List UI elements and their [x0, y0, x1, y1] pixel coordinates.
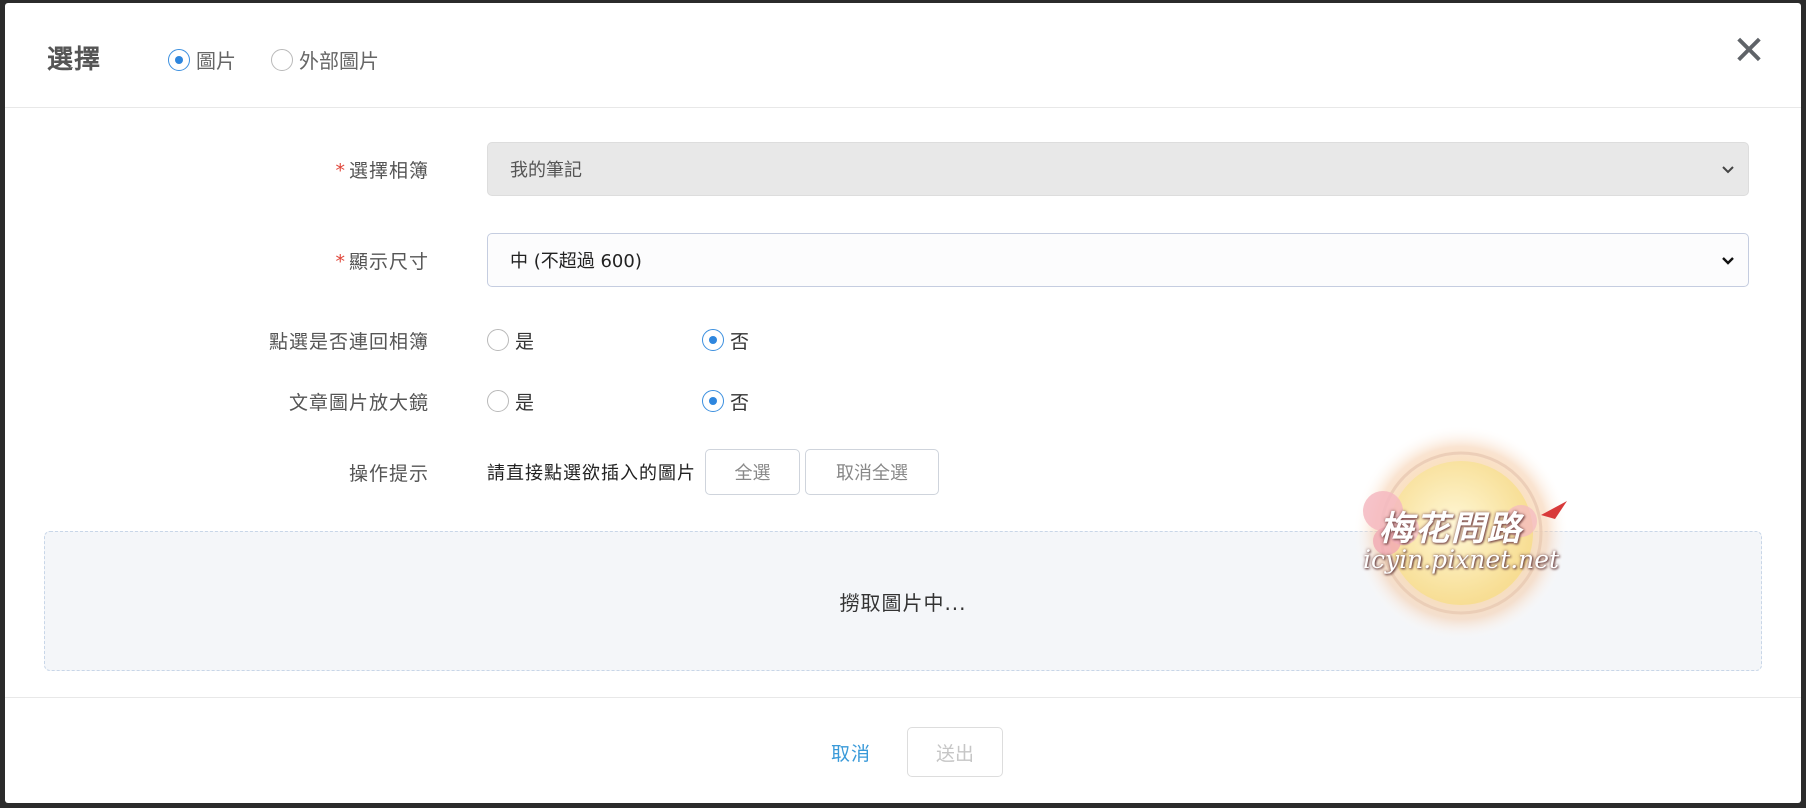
loading-status: 撈取圖片中...: [839, 590, 967, 615]
chevron-down-icon: [1722, 166, 1734, 174]
close-icon[interactable]: ✕: [1731, 31, 1767, 71]
radio-checked-icon[interactable]: [702, 390, 724, 412]
size-row: * 顯示尺寸 中 (不超過 600): [5, 233, 1801, 287]
required-asterisk: *: [335, 250, 346, 273]
tip-text: 請直接點選欲插入的圖片: [487, 463, 696, 484]
source-radio-external[interactable]: 外部圖片: [271, 45, 379, 74]
watermark-logo: 梅花問路 icyin.pixnet.net: [1341, 423, 1581, 643]
select-all-button[interactable]: 全選: [705, 449, 800, 495]
magnifier-no[interactable]: 否: [702, 388, 749, 415]
magnifier-yes[interactable]: 是: [487, 388, 534, 415]
link-back-label: 點選是否連回相簿: [268, 330, 429, 353]
watermark-url: icyin.pixnet.net: [1363, 545, 1560, 574]
magnifier-yes-label: 是: [515, 391, 535, 414]
tip-label: 操作提示: [348, 462, 429, 485]
magnifier-label: 文章圖片放大鏡: [288, 391, 429, 414]
dialog-title: 選擇: [47, 45, 102, 75]
source-radio-external-label: 外部圖片: [299, 49, 379, 73]
link-back-yes[interactable]: 是: [487, 327, 534, 354]
source-radio-image-label: 圖片: [196, 49, 236, 73]
footer-divider: [5, 697, 1801, 698]
size-select[interactable]: 中 (不超過 600): [487, 233, 1749, 287]
submit-button[interactable]: 送出: [907, 727, 1003, 777]
radio-unchecked-icon[interactable]: [487, 390, 509, 412]
magnifier-no-label: 否: [730, 391, 750, 414]
link-back-no[interactable]: 否: [702, 327, 749, 354]
watermark-title: 梅花問路: [1379, 509, 1523, 549]
radio-unchecked-icon[interactable]: [271, 48, 293, 71]
magnifier-row: 文章圖片放大鏡 是 否: [5, 384, 1801, 418]
radio-checked-icon[interactable]: [168, 48, 190, 71]
album-label: * 選擇相簿: [335, 159, 429, 182]
source-radio-image[interactable]: 圖片: [168, 45, 236, 74]
album-select-value: 我的筆記: [510, 160, 582, 181]
album-row: * 選擇相簿 我的筆記: [5, 142, 1801, 196]
radio-checked-icon[interactable]: [702, 329, 724, 351]
insert-image-dialog: 選擇 圖片 外部圖片 ✕ * 選擇相簿 我的筆記 * 顯示尺寸 中 (不超過 600…: [5, 3, 1801, 803]
deselect-all-button[interactable]: 取消全選: [805, 449, 939, 495]
radio-unchecked-icon[interactable]: [487, 329, 509, 351]
size-select-value: 中 (不超過 600): [510, 251, 642, 272]
link-back-yes-label: 是: [515, 330, 535, 353]
dialog-header: 選擇 圖片 外部圖片 ✕: [5, 3, 1801, 108]
link-back-row: 點選是否連回相簿 是 否: [5, 323, 1801, 357]
required-asterisk: *: [335, 159, 346, 182]
cancel-button[interactable]: 取消: [831, 739, 871, 766]
size-label: * 顯示尺寸: [335, 250, 429, 273]
link-back-no-label: 否: [730, 330, 750, 353]
chevron-down-icon: [1722, 257, 1734, 265]
album-select[interactable]: 我的筆記: [487, 142, 1749, 196]
